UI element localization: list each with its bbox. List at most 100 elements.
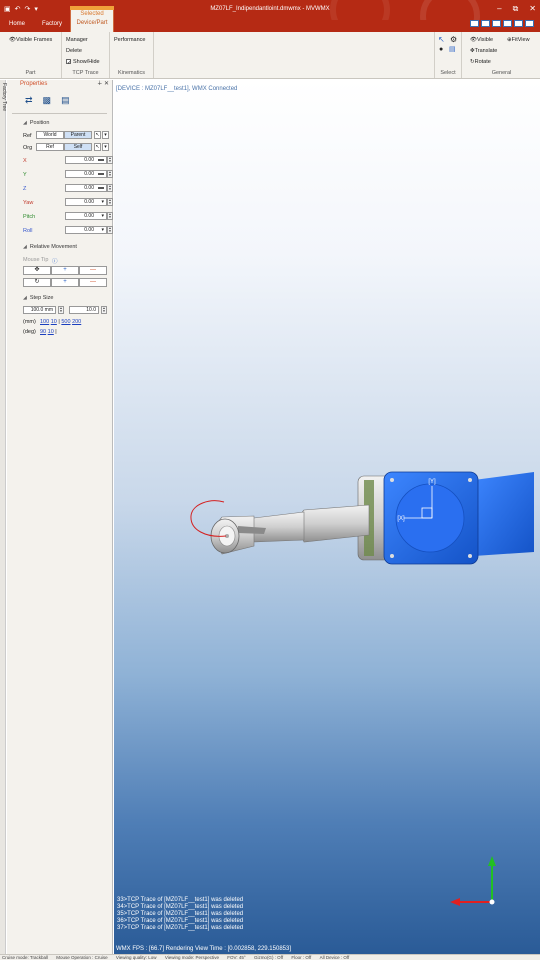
status-gizmo[interactable]: Gizmo(G) : Off [254,955,283,960]
delete-button[interactable]: Delete [66,48,82,54]
field-input-roll[interactable]: 0.00 ▾ [65,226,107,234]
eye-icon: 👁 [470,37,477,43]
minimize-icon[interactable]: – [497,4,501,14]
show-hide-checkbox[interactable]: ✓Show/Hide [66,59,100,66]
ref-parent-option[interactable]: Parent [64,131,92,139]
ref-row: Ref World Parent ↖ ▾ [23,131,115,141]
close-icon[interactable]: ✕ [529,4,536,14]
gizmo-arrow-x [450,898,460,906]
view-icon-6[interactable] [525,20,534,27]
fitview-button[interactable]: ⊕FitView [507,37,530,43]
spinner-pitch[interactable]: ▲ ▼ [107,212,113,220]
field-input-yaw[interactable]: 0.00 ▾ [65,198,107,206]
angular-step-spinner[interactable]: ▲ ▼ [101,306,107,314]
maximize-icon[interactable]: ⧉ [513,4,519,14]
linear-step-spinner[interactable]: ▲ ▼ [58,306,64,314]
org-ref-option[interactable]: Ref [36,143,64,151]
position-section-header[interactable]: ◢ Position [23,120,49,126]
context-tab-label: Device/Part [76,20,108,26]
spinner-yaw[interactable]: ▲ ▼ [107,198,113,206]
group-select: ↖ ⚙ ● ▤ Select [434,32,462,78]
slider-icon [98,173,104,175]
3d-viewport[interactable]: [DEVICE : MZ07LF__test1], WMX Connected [114,80,540,954]
group-kinematics-label: Kinematics [118,70,145,76]
view-icon-2[interactable] [481,20,490,27]
org-row: Org Ref Self ↖ ▾ [23,143,115,153]
performance-button[interactable]: Performance [114,37,146,43]
chevron-down-icon[interactable]: ▾ [102,131,109,139]
move-mode-button[interactable]: ✥ [23,266,51,275]
field-input-y[interactable]: 0.00 [65,170,107,178]
cursor-icon[interactable]: ↖ [94,131,101,139]
collapse-icon: ◢ [23,244,27,250]
spinner-roll[interactable]: ▲ ▼ [107,226,113,234]
relative-movement-header[interactable]: ◢ Relative Movement [23,244,77,250]
paint-icon[interactable]: ▩ [43,95,52,106]
view-icon-4[interactable] [503,20,512,27]
rotate-button[interactable]: ↻Rotate [470,59,491,65]
preset-500mm[interactable]: 500 [61,319,70,325]
comment-icon[interactable]: ▤ [449,45,456,53]
log-line: 33>TCP Trace of [MZ07LF__test1] was dele… [117,897,244,903]
translate-button[interactable]: ✥Translate [470,48,497,54]
field-label-y: Y [23,172,27,178]
field-input-pitch[interactable]: 0.00 ▾ [65,212,107,220]
rotate-minus-button[interactable]: — [79,278,107,287]
settings-icon[interactable]: ⚙ [450,35,457,44]
transform-icon[interactable]: ⇄ [25,95,33,106]
move-plus-button[interactable]: + [51,266,79,275]
robot-model[interactable]: [Y] [X] [114,80,540,954]
preset-90deg[interactable]: 90 [40,329,46,335]
spinner-y[interactable]: ▲ ▼ [107,170,113,178]
preset-200mm[interactable]: 200 [72,319,81,325]
spinner-x[interactable]: ▲ ▼ [107,156,113,164]
status-fov[interactable]: FOV: 45° [227,955,245,960]
cursor-icon[interactable]: ↖ [94,143,101,151]
document-icon[interactable]: ▤ [61,95,70,106]
ref-world-option[interactable]: World [36,131,64,139]
step-size-header[interactable]: ◢ Step Size [23,295,53,301]
status-viewing-mode[interactable]: Viewing mode: Perspective [165,955,219,960]
angular-step-input[interactable]: 10.0 [69,306,99,314]
chevron-down-icon[interactable]: ▾ [102,143,109,151]
field-label-yaw: Yaw [23,200,34,206]
rotate-plus-button[interactable]: + [51,278,79,287]
visible-button[interactable]: 👁Visible [470,37,493,43]
bolt-2 [468,478,472,482]
tab-home[interactable]: Home [9,21,25,27]
slider-icon [98,187,104,189]
move-minus-button[interactable]: — [79,266,107,275]
factory-tree-tab[interactable]: Factory Tree [0,80,7,954]
field-label-roll: Roll [23,228,33,234]
select-cursor-icon[interactable]: ↖ [438,35,445,44]
status-all-device[interactable]: All Device : Off [320,955,350,960]
view-icon-5[interactable] [514,20,523,27]
org-self-option[interactable]: Self [64,143,92,151]
tab-device-part[interactable]: Selected Device/Part [70,6,114,32]
status-mouse-operation[interactable]: Mouse Operation : Cruise [56,955,107,960]
info-icon[interactable]: ⓘ [52,257,58,265]
frame-label-x: [X] [397,516,405,522]
preset-10deg[interactable]: 10 [48,329,54,335]
status-viewing-quality[interactable]: Viewing quality: Low [116,955,157,960]
select-point-icon[interactable]: ● [439,46,443,53]
group-general-label: General [491,70,512,76]
field-input-x[interactable]: 0.00 [65,156,107,164]
manager-button[interactable]: Manager [66,37,88,43]
rotate-mode-button[interactable]: ↻ [23,278,51,287]
linear-step-input[interactable]: 100.0 mm [23,306,56,314]
field-input-z[interactable]: 0.00 [65,184,107,192]
spinner-z[interactable]: ▲ ▼ [107,184,113,192]
properties-title: Properties [20,81,48,87]
preset-10mm[interactable]: 10 [51,319,57,325]
field-row-z: Z 0.00 ▲ ▼ [23,184,115,194]
status-cruise-mode[interactable]: Cruise mode: Trackball [2,955,48,960]
tab-factory[interactable]: Factory [42,21,62,27]
chevron-down-icon: ▾ [101,213,104,219]
preset-100mm[interactable]: 100 [40,319,49,325]
status-floor[interactable]: Floor : Off [291,955,311,960]
pin-close-icons[interactable]: ∔ ✕ [97,80,109,87]
view-icon-1[interactable] [470,20,479,27]
view-icon-3[interactable] [492,20,501,27]
visible-frames-button[interactable]: 👁Visible Frames [9,37,52,43]
